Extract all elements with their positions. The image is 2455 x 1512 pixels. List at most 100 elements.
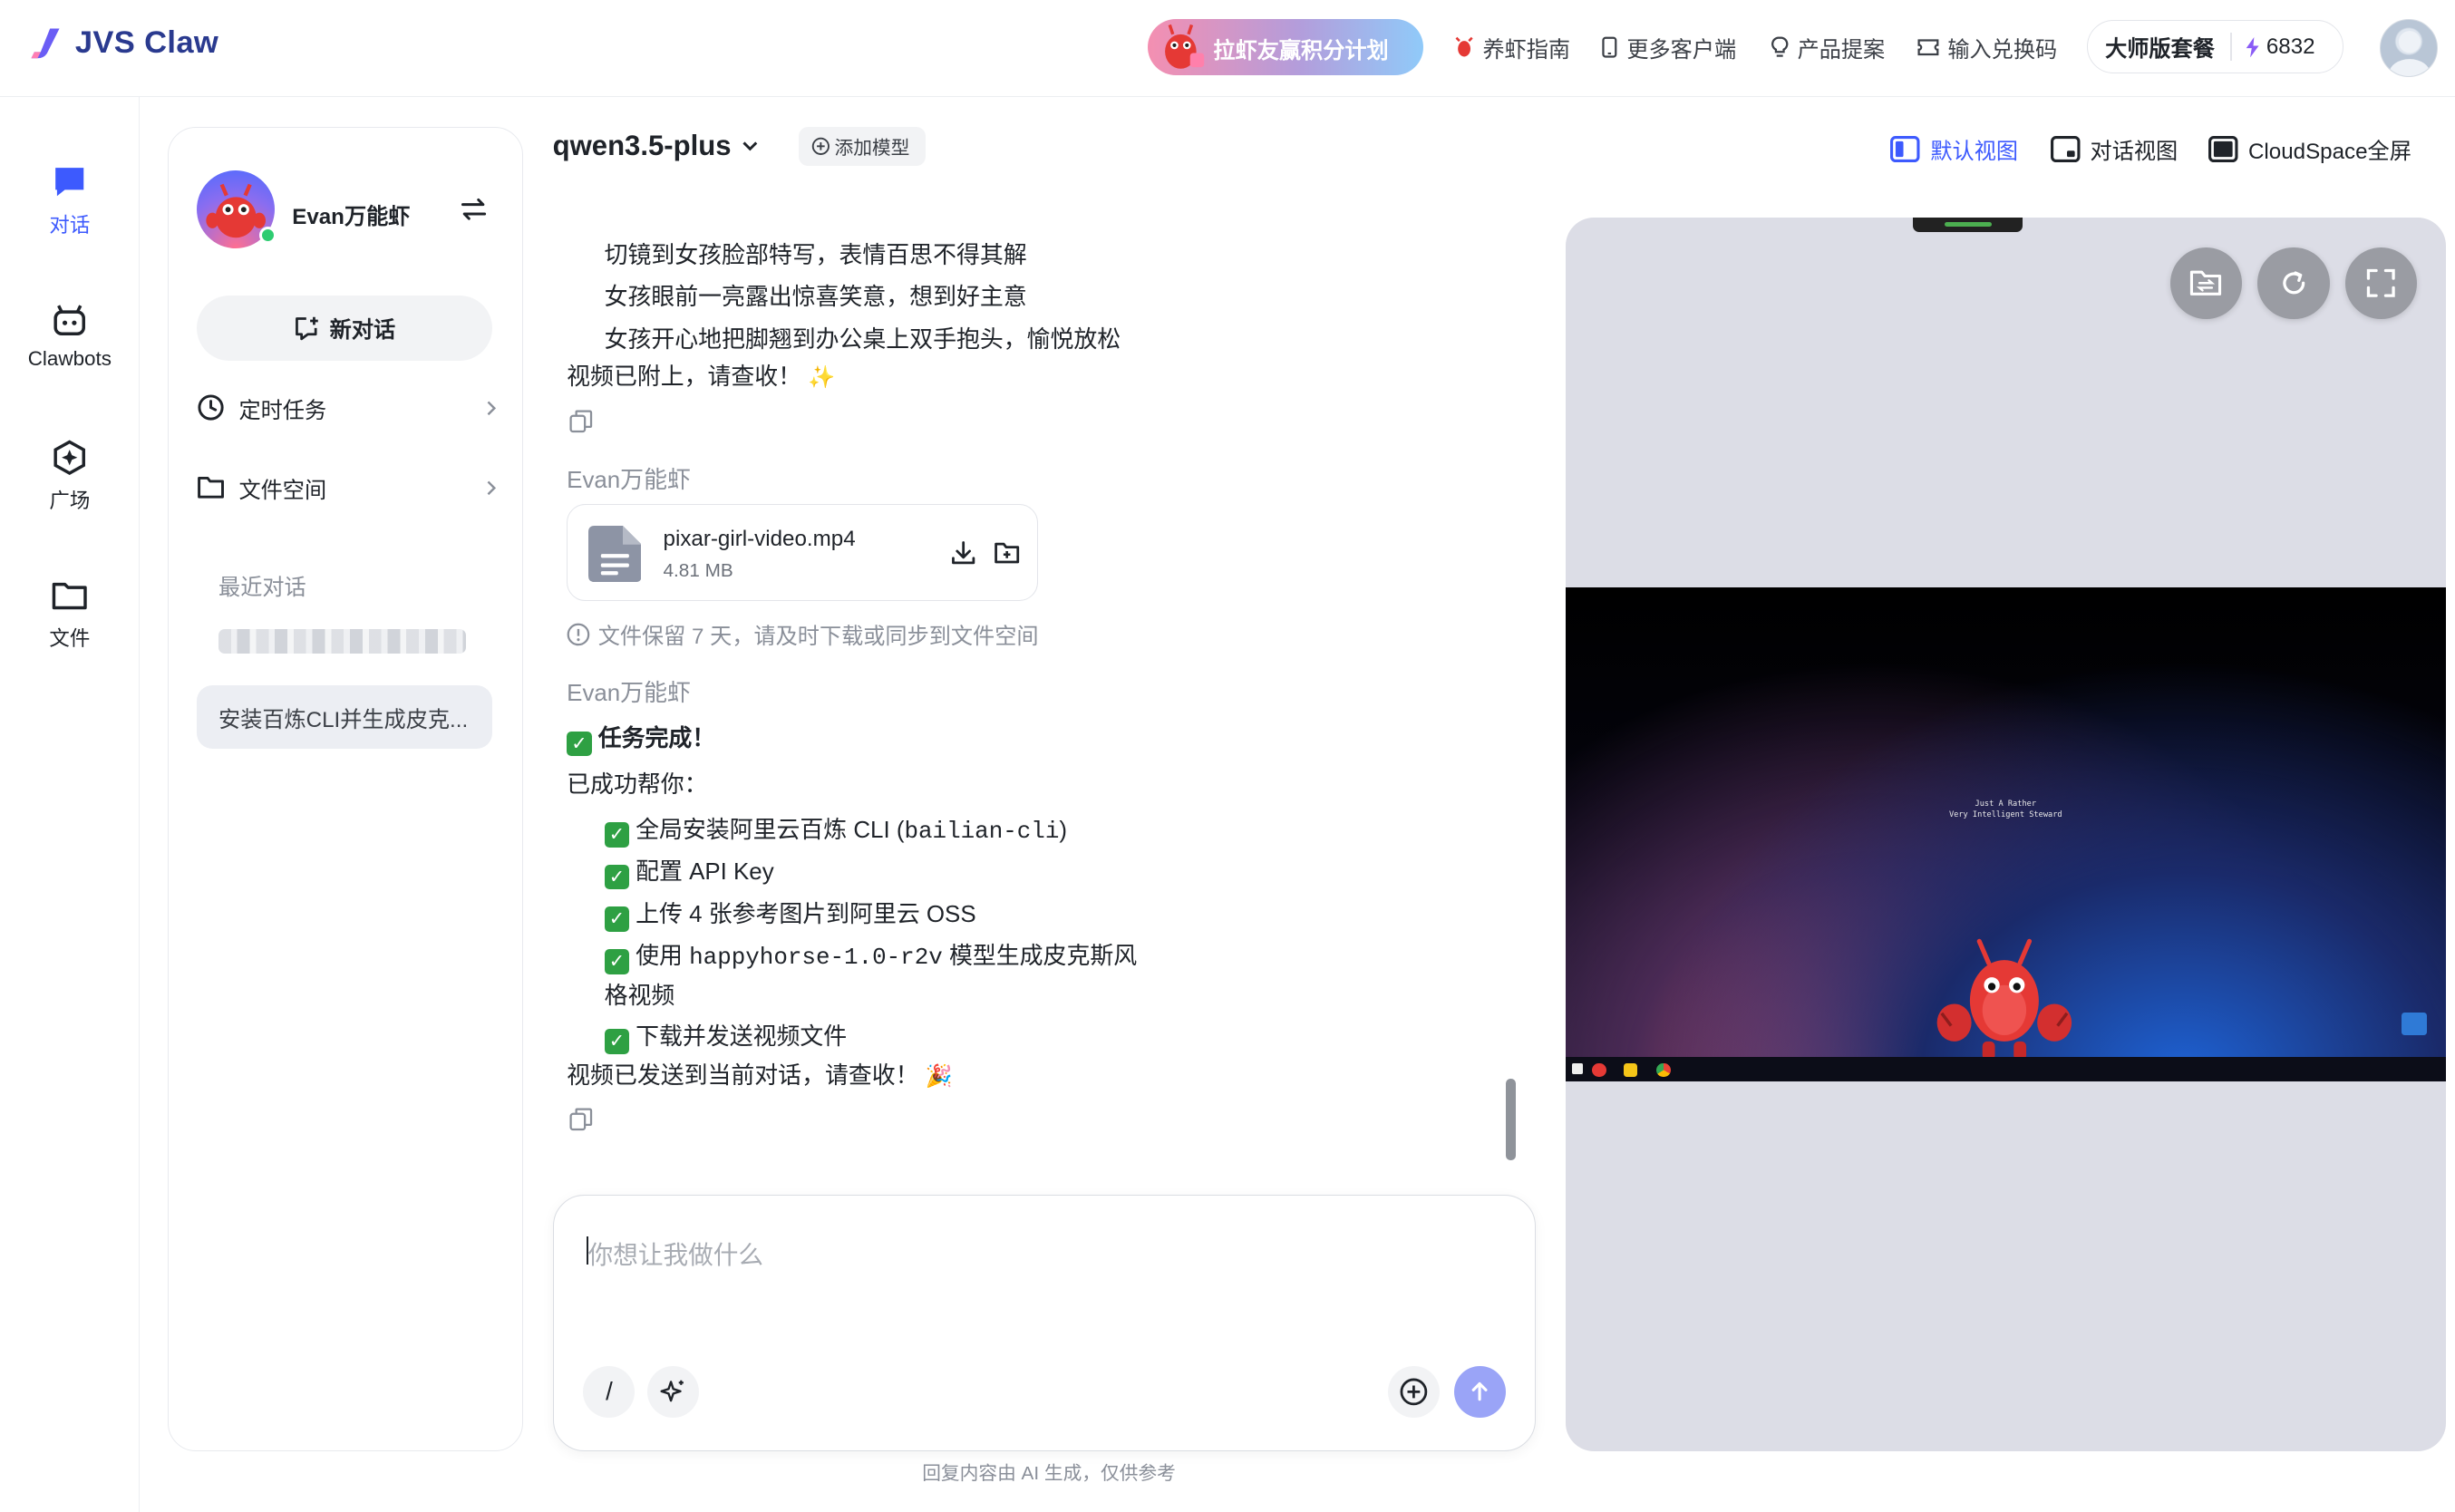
task-complete-text: 任务完成！ [597, 726, 716, 752]
plan-badge[interactable]: 大师版套餐 6832 [2087, 20, 2344, 74]
left-rail: 对话 Clawbots 广场 文件 [0, 97, 140, 1512]
file-attachment-card[interactable]: pixar-girl-video.mp4 4.81 MB [567, 504, 1038, 602]
folder-icon [52, 582, 87, 609]
refresh-button[interactable] [2257, 247, 2330, 320]
step-item: ✓ 全局安装阿里云百炼 CLI (bailian-cli) [604, 811, 1067, 848]
message-sender: Evan万能虾 [567, 468, 691, 494]
message-composer[interactable]: 你想让我做什么 / [552, 1194, 1537, 1451]
copy-icon[interactable] [568, 409, 594, 434]
app-logo[interactable]: JVS Claw [28, 25, 218, 61]
rail-item-files[interactable]: 文件 [0, 577, 140, 653]
ticket-icon [1917, 39, 1939, 55]
checkmark-icon: ✓ [567, 731, 592, 757]
retention-text: 文件保留 7 天，请及时下载或同步到文件空间 [597, 625, 1039, 650]
new-chat-button[interactable]: 新对话 [196, 295, 493, 362]
online-status-dot [258, 226, 277, 244]
step-text: 下载并发送视频文件 [636, 1023, 848, 1050]
model-name: qwen3.5-plus [552, 130, 732, 162]
lightbulb-icon [1771, 36, 1788, 57]
cloudspace-fullscreen-tab[interactable]: CloudSpace全屏 [2208, 133, 2411, 165]
cloudspace-drag-handle[interactable] [1913, 218, 2023, 232]
taskbar-folder-icon[interactable] [1623, 1062, 1638, 1078]
lobster-mascot-icon [1164, 24, 1205, 69]
rail-label: 对话 [49, 214, 91, 237]
checkmark-icon: ✓ [604, 822, 630, 848]
slash-command-button[interactable]: / [583, 1365, 636, 1418]
blurred-conversation-item[interactable] [218, 628, 466, 654]
step-text: 全局安装阿里云百炼 CLI ( [636, 817, 905, 843]
send-button[interactable] [1453, 1365, 1506, 1418]
taskbar-browser-icon[interactable] [1656, 1062, 1671, 1078]
jvs-logo-icon [31, 28, 60, 59]
composer-placeholder[interactable]: 你想让我做什么 [588, 1235, 763, 1271]
message-sender: Evan万能虾 [567, 681, 691, 707]
arrow-up-icon [1471, 1382, 1488, 1401]
checkmark-icon: ✓ [604, 948, 630, 974]
nav-raising-guide[interactable]: 养虾指南 [1453, 32, 1570, 63]
default-avatar-icon [2389, 30, 2431, 76]
nav-more-clients[interactable]: 更多客户端 [1600, 32, 1736, 63]
attach-button[interactable] [1388, 1365, 1441, 1418]
chat-view-icon [2050, 135, 2081, 162]
step-text: 上传 4 张参考图片到阿里云 OSS [636, 901, 976, 927]
nav-product-proposal[interactable]: 产品提案 [1770, 32, 1885, 63]
default-view-icon [1890, 135, 1920, 162]
sent-text: 视频已发送到当前对话，请查收！ [567, 1062, 919, 1089]
download-icon[interactable] [950, 539, 976, 566]
add-model-button[interactable]: 添加模型 [798, 126, 926, 167]
plus-circle-icon [1400, 1378, 1428, 1406]
swap-arrows-icon [461, 198, 487, 220]
fullscreen-button[interactable] [2345, 247, 2418, 320]
expand-icon [2367, 269, 2396, 298]
file-size: 4.81 MB [663, 559, 733, 581]
success-intro: 已成功帮你： [567, 771, 708, 798]
model-selector[interactable]: qwen3.5-plus [553, 130, 760, 162]
desktop-wallpaper-text: Just A Rather Very Intelligent Steward [1566, 799, 2446, 820]
party-popper-icon: 🎉 [925, 1063, 953, 1089]
file-name: pixar-girl-video.mp4 [663, 527, 856, 552]
plus-circle-icon [811, 137, 830, 156]
recent-conversations-heading: 最近对话 [218, 575, 306, 600]
rail-item-plaza[interactable]: 广场 [0, 439, 140, 515]
sent-line: 视频已发送到当前对话，请查收！ 🎉 [567, 1057, 953, 1090]
chevron-right-icon [487, 480, 496, 495]
file-space-item[interactable]: 文件空间 [197, 469, 498, 506]
file-transfer-button[interactable] [2169, 247, 2243, 320]
nav-redeem-code[interactable]: 输入兑换码 [1916, 32, 2057, 63]
chevron-down-icon [742, 141, 758, 151]
step-text: ) [1059, 817, 1067, 843]
copy-icon[interactable] [568, 1107, 594, 1132]
conversation-item[interactable]: 安装百炼CLI并生成皮克... [196, 684, 493, 750]
clock-icon [198, 394, 224, 422]
rail-label: 文件 [49, 627, 91, 651]
remote-desktop-screen[interactable]: Just A Rather Very Intelligent Steward [1566, 586, 2446, 1082]
desktop-widget-icon[interactable] [2402, 1013, 2427, 1035]
fullscreen-view-icon [2208, 135, 2238, 162]
promo-banner[interactable]: 拉虾友赢积分计划 [1147, 18, 1423, 75]
step-text: 配置 API Key [636, 859, 774, 886]
checkmark-icon: ✓ [604, 906, 630, 932]
default-view-tab[interactable]: 默认视图 [1889, 133, 2018, 165]
video-attached-text: 视频已附上，请查收！ [567, 364, 802, 391]
checkmark-icon: ✓ [604, 864, 630, 890]
user-avatar[interactable] [2380, 18, 2438, 77]
session-panel: Evan万能虾 新对话 定时任务 文件空间 最近对话 安装百炼CLI并生成皮克.… [167, 126, 523, 1451]
credits-display: 6832 [2232, 34, 2315, 60]
wallpaper-line: Just A Rather [1975, 799, 2037, 809]
checkmark-icon: ✓ [604, 1029, 630, 1054]
switch-bot-button[interactable] [460, 197, 488, 222]
taskbar-app-icon[interactable] [1592, 1062, 1606, 1078]
scheduled-tasks-item[interactable]: 定时任务 [197, 389, 498, 426]
lobster-icon [1455, 36, 1473, 57]
step-text: 使用 [636, 944, 690, 970]
rail-item-chat[interactable]: 对话 [0, 163, 140, 239]
add-model-label: 添加模型 [834, 138, 910, 160]
save-to-folder-icon[interactable] [994, 539, 1020, 566]
folder-icon [197, 477, 224, 499]
magic-prompt-button[interactable] [647, 1365, 700, 1418]
start-menu-icon[interactable] [1571, 1062, 1583, 1074]
chat-view-tab[interactable]: 对话视图 [2050, 133, 2178, 165]
rail-item-clawbots[interactable]: Clawbots [0, 301, 140, 372]
chat-scrollbar[interactable] [1506, 1078, 1516, 1160]
step-item: ✓ 配置 API Key [604, 853, 774, 890]
